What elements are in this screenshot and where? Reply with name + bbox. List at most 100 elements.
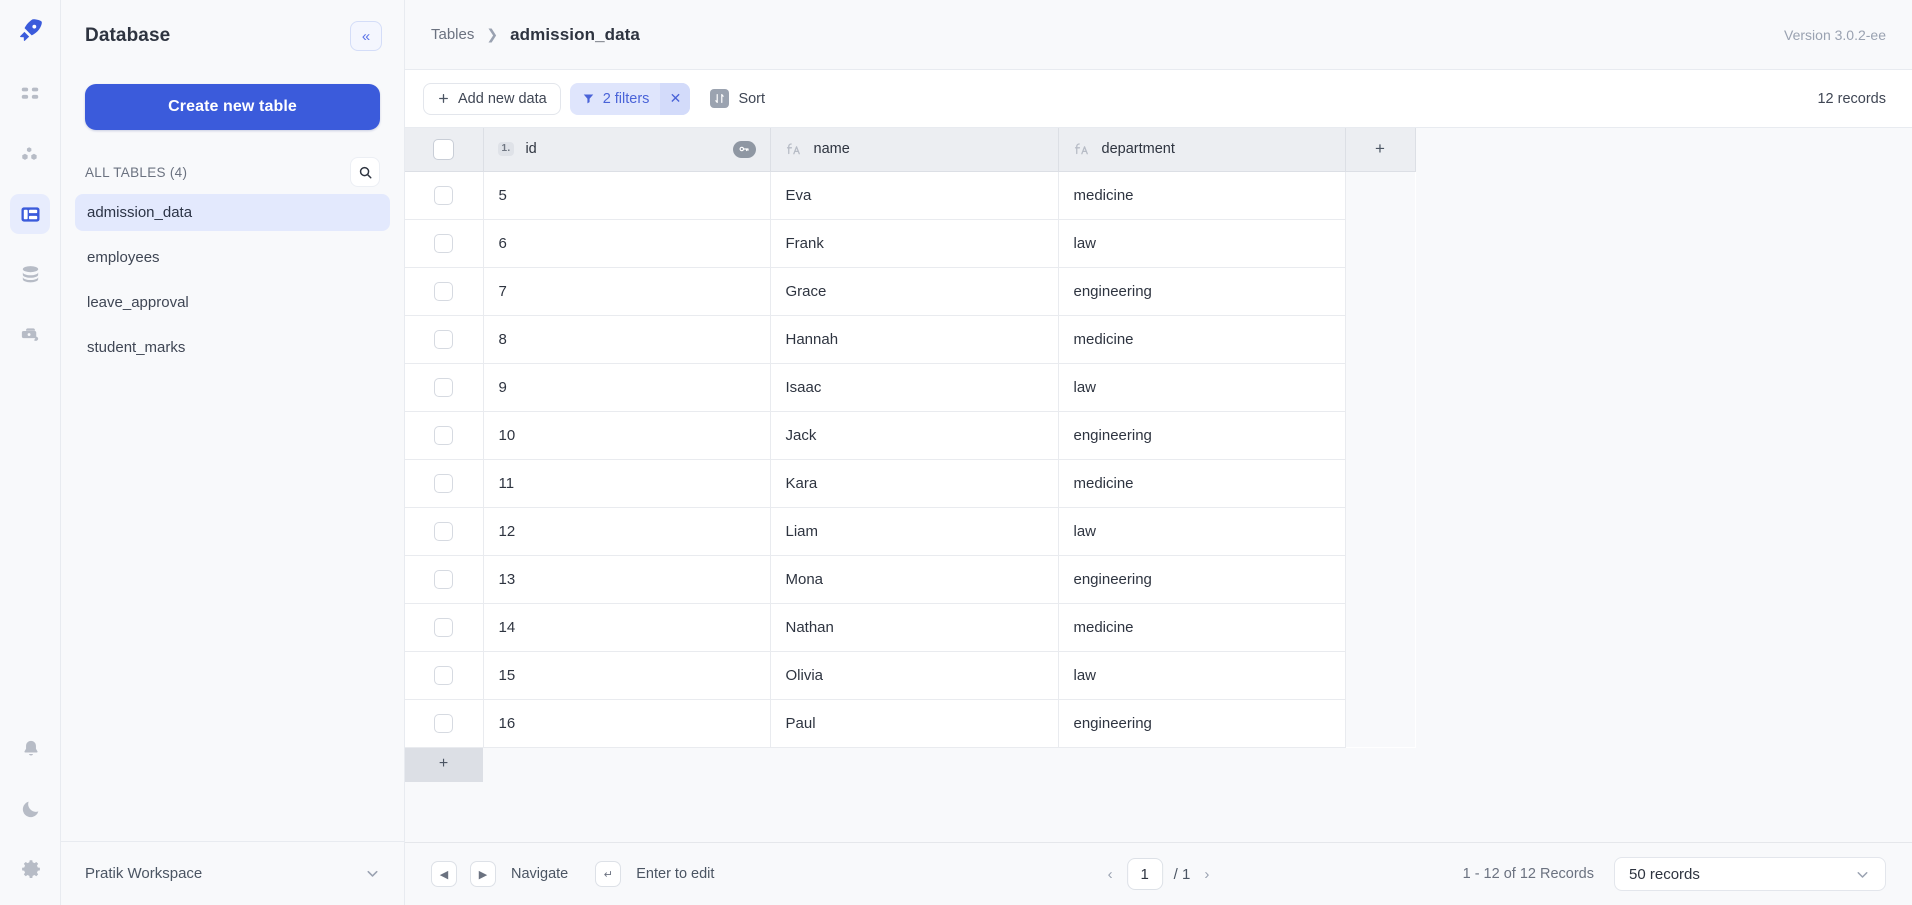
cell-department[interactable]: law (1058, 507, 1345, 555)
cell-department[interactable]: engineering (1058, 267, 1345, 315)
table-row[interactable]: 6 Frank law (405, 219, 1415, 267)
add-row-button[interactable]: + (405, 748, 483, 782)
sidebar-item-admission_data[interactable]: admission_data (75, 194, 390, 231)
navigate-prev-key[interactable]: ◀ (431, 861, 457, 887)
row-checkbox[interactable] (434, 618, 453, 637)
row-select-cell[interactable] (405, 459, 483, 507)
table-row[interactable]: 9 Isaac law (405, 363, 1415, 411)
enter-key[interactable]: ↵ (595, 861, 621, 887)
table-row[interactable]: 10 Jack engineering (405, 411, 1415, 459)
row-select-cell[interactable] (405, 267, 483, 315)
sidebar-item-employees[interactable]: employees (75, 239, 390, 276)
filters-chip-main[interactable]: 2 filters (570, 83, 661, 115)
table-row[interactable]: 5 Eva medicine (405, 171, 1415, 219)
cell-department[interactable]: medicine (1058, 603, 1345, 651)
cell-name[interactable]: Jack (770, 411, 1058, 459)
page-size-select[interactable]: 50 records (1614, 857, 1886, 891)
cell-id[interactable]: 15 (483, 651, 770, 699)
cell-id[interactable]: 16 (483, 699, 770, 747)
row-checkbox[interactable] (434, 330, 453, 349)
page-next-button[interactable]: › (1201, 866, 1212, 883)
create-new-table-button[interactable]: Create new table (85, 84, 380, 130)
sidebar-item-student_marks[interactable]: student_marks (75, 329, 390, 366)
add-new-data-button[interactable]: Add new data (423, 83, 561, 115)
rocket-icon[interactable] (17, 17, 44, 44)
column-header-id[interactable]: 1. id (483, 128, 770, 171)
navigate-next-key[interactable]: ▶ (470, 861, 496, 887)
row-checkbox[interactable] (434, 282, 453, 301)
row-select-cell[interactable] (405, 603, 483, 651)
table-row[interactable]: 16 Paul engineering (405, 699, 1415, 747)
column-header-name[interactable]: name (770, 128, 1058, 171)
cell-name[interactable]: Eva (770, 171, 1058, 219)
select-all-checkbox[interactable] (433, 139, 454, 160)
rail-item-cluster[interactable] (10, 134, 50, 174)
rail-item-tables[interactable] (10, 194, 50, 234)
cell-name[interactable]: Liam (770, 507, 1058, 555)
row-checkbox[interactable] (434, 666, 453, 685)
cell-name[interactable]: Hannah (770, 315, 1058, 363)
add-column-button[interactable]: + (1345, 128, 1415, 171)
row-select-cell[interactable] (405, 651, 483, 699)
column-header-department[interactable]: department (1058, 128, 1345, 171)
cell-id[interactable]: 9 (483, 363, 770, 411)
cell-name[interactable]: Kara (770, 459, 1058, 507)
sort-button[interactable]: Sort (699, 83, 776, 115)
table-row[interactable]: 14 Nathan medicine (405, 603, 1415, 651)
row-checkbox[interactable] (434, 522, 453, 541)
cell-department[interactable]: engineering (1058, 555, 1345, 603)
row-select-cell[interactable] (405, 219, 483, 267)
cell-department[interactable]: law (1058, 651, 1345, 699)
row-checkbox[interactable] (434, 378, 453, 397)
cell-name[interactable]: Paul (770, 699, 1058, 747)
rail-item-theme[interactable] (11, 789, 51, 829)
row-select-cell[interactable] (405, 699, 483, 747)
rail-item-dashboard[interactable] (10, 74, 50, 114)
table-row[interactable]: 12 Liam law (405, 507, 1415, 555)
row-select-cell[interactable] (405, 411, 483, 459)
cell-department[interactable]: medicine (1058, 459, 1345, 507)
row-select-cell[interactable] (405, 363, 483, 411)
cell-department[interactable]: engineering (1058, 699, 1345, 747)
row-checkbox[interactable] (434, 426, 453, 445)
table-row[interactable]: 7 Grace engineering (405, 267, 1415, 315)
row-checkbox[interactable] (434, 570, 453, 589)
cell-department[interactable]: law (1058, 363, 1345, 411)
cell-department[interactable]: law (1058, 219, 1345, 267)
filters-chip[interactable]: 2 filters ✕ (570, 83, 691, 115)
row-checkbox[interactable] (434, 186, 453, 205)
cell-name[interactable]: Nathan (770, 603, 1058, 651)
sidebar-item-leave_approval[interactable]: leave_approval (75, 284, 390, 321)
row-select-cell[interactable] (405, 507, 483, 555)
cell-department[interactable]: medicine (1058, 171, 1345, 219)
breadcrumb-root[interactable]: Tables (431, 26, 474, 43)
row-select-cell[interactable] (405, 315, 483, 363)
cell-id[interactable]: 8 (483, 315, 770, 363)
cell-id[interactable]: 11 (483, 459, 770, 507)
cell-name[interactable]: Olivia (770, 651, 1058, 699)
rail-item-database[interactable] (10, 254, 50, 294)
cell-id[interactable]: 14 (483, 603, 770, 651)
clear-filters-button[interactable]: ✕ (660, 83, 690, 115)
cell-id[interactable]: 10 (483, 411, 770, 459)
cell-id[interactable]: 13 (483, 555, 770, 603)
cell-id[interactable]: 5 (483, 171, 770, 219)
row-checkbox[interactable] (434, 474, 453, 493)
row-checkbox[interactable] (434, 714, 453, 733)
page-prev-button[interactable]: ‹ (1105, 866, 1116, 883)
sidebar-collapse-button[interactable]: « (350, 21, 382, 51)
cell-name[interactable]: Isaac (770, 363, 1058, 411)
rail-item-settings[interactable] (11, 849, 51, 889)
row-select-cell[interactable] (405, 555, 483, 603)
table-row[interactable]: 15 Olivia law (405, 651, 1415, 699)
cell-department[interactable]: engineering (1058, 411, 1345, 459)
select-all-header[interactable] (405, 128, 483, 171)
table-row[interactable]: 8 Hannah medicine (405, 315, 1415, 363)
table-row[interactable]: 11 Kara medicine (405, 459, 1415, 507)
cell-id[interactable]: 6 (483, 219, 770, 267)
row-checkbox[interactable] (434, 234, 453, 253)
rail-item-tools[interactable] (10, 314, 50, 354)
grid-container[interactable]: 1. id (405, 128, 1912, 842)
workspace-switcher[interactable]: Pratik Workspace (61, 841, 405, 905)
cell-id[interactable]: 7 (483, 267, 770, 315)
